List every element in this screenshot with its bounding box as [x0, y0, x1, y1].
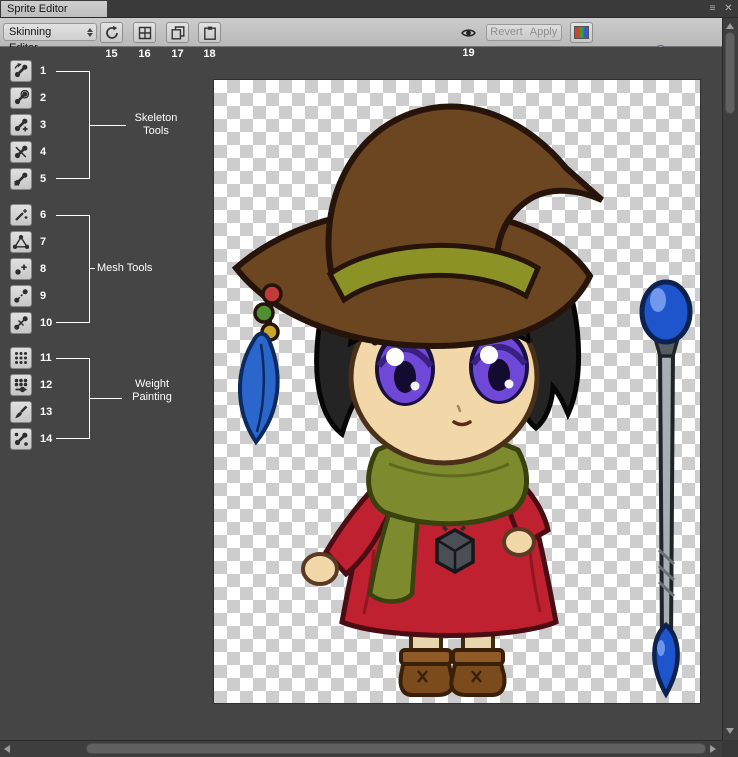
close-icon[interactable]: ✕	[722, 2, 735, 15]
window-menu-icon[interactable]: ≡	[706, 2, 719, 15]
scroll-left-arrow[interactable]	[4, 745, 10, 753]
rgb-toggle-icon	[574, 26, 589, 39]
scroll-up-arrow[interactable]	[726, 23, 734, 29]
window-title-tab[interactable]: Sprite Editor	[1, 1, 107, 17]
skeleton-tools-bracket	[56, 71, 90, 179]
vertical-scroll-thumb[interactable]	[725, 32, 735, 114]
annotation-17: 17	[166, 48, 189, 60]
sprite-canvas[interactable]	[214, 80, 700, 703]
tool-number: 8	[40, 263, 46, 275]
paste-icon	[202, 25, 218, 41]
vertical-scrollbar[interactable]	[722, 18, 738, 740]
tool-number: 2	[40, 92, 46, 104]
character-sprite	[214, 80, 700, 703]
tool-auto-geometry-button[interactable]	[10, 204, 32, 226]
weight-painting-connector	[90, 398, 122, 399]
staff	[642, 282, 690, 694]
tool-number: 13	[40, 406, 52, 418]
tool-split-bone-button[interactable]	[10, 141, 32, 163]
tool-number: 9	[40, 290, 46, 302]
tool-weight-slider-button[interactable]	[10, 374, 32, 396]
annotation-19: 19	[457, 47, 480, 59]
weight-painting-label: Weight Painting	[122, 378, 182, 404]
apply-button[interactable]: Apply	[526, 24, 562, 41]
auto-geometry-icon	[13, 207, 29, 223]
rgb-toggle-button[interactable]	[570, 22, 593, 43]
tool-preview-pose-button[interactable]	[10, 60, 32, 82]
annotation-15: 15	[100, 48, 123, 60]
tool-number: 4	[40, 146, 46, 158]
sprite-sheet-button[interactable]	[133, 22, 156, 43]
tool-number: 14	[40, 433, 52, 445]
hat	[236, 107, 602, 346]
tool-number: 1	[40, 65, 46, 77]
mesh-tools-label: Mesh Tools	[97, 262, 167, 275]
reset-pose-icon	[104, 25, 120, 41]
mesh-tools-bracket	[56, 215, 90, 323]
annotation-16: 16	[133, 48, 156, 60]
bone-influence-icon	[13, 431, 29, 447]
canvas-area: 15 16 17 18 19 1 2 3 4	[0, 47, 722, 740]
tool-reparent-bone-button[interactable]	[10, 168, 32, 190]
tool-number: 5	[40, 173, 46, 185]
tool-create-bone-button[interactable]	[10, 114, 32, 136]
dropdown-arrows-icon	[87, 28, 93, 37]
annotation-18: 18	[198, 48, 221, 60]
paste-button[interactable]	[198, 22, 221, 43]
boots	[400, 650, 504, 695]
tool-create-vertex-button[interactable]	[10, 258, 32, 280]
weight-slider-icon	[13, 377, 29, 393]
horizontal-scroll-thumb[interactable]	[86, 743, 706, 754]
create-vertex-icon	[13, 261, 29, 277]
window-title: Sprite Editor	[7, 3, 68, 15]
tool-edit-joints-button[interactable]	[10, 87, 32, 109]
tool-create-edge-button[interactable]	[10, 285, 32, 307]
scroll-right-arrow[interactable]	[710, 745, 716, 753]
tool-bone-influence-button[interactable]	[10, 428, 32, 450]
tool-edit-geometry-button[interactable]	[10, 231, 32, 253]
tool-split-edge-button[interactable]	[10, 312, 32, 334]
create-bone-icon	[13, 117, 29, 133]
hat-ornament	[240, 285, 281, 442]
skeleton-tools-connector	[90, 125, 126, 126]
visibility-button[interactable]	[456, 22, 480, 43]
tool-weight-brush-button[interactable]	[10, 401, 32, 423]
titlebar: Sprite Editor ≡ ✕	[0, 0, 738, 18]
toolbar: Skinning Editor Revert Apply	[0, 18, 722, 47]
tool-number: 7	[40, 236, 46, 248]
tool-auto-weights-button[interactable]	[10, 347, 32, 369]
scrollbar-corner	[722, 740, 738, 757]
scroll-down-arrow[interactable]	[726, 728, 734, 734]
copy-button[interactable]	[166, 22, 189, 43]
revert-button[interactable]: Revert	[486, 24, 527, 41]
reparent-bone-icon	[13, 171, 29, 187]
tool-number: 11	[40, 352, 52, 364]
reset-pose-button[interactable]	[100, 22, 123, 43]
split-bone-icon	[13, 144, 29, 160]
skinning-editor-dropdown[interactable]: Skinning Editor	[3, 23, 97, 41]
weight-brush-icon	[13, 404, 29, 420]
weight-painting-bracket	[56, 358, 90, 439]
copy-icon	[170, 25, 186, 41]
mesh-tools-connector	[90, 268, 95, 269]
tool-number: 10	[40, 317, 52, 329]
tool-number: 12	[40, 379, 52, 391]
sprite-sheet-icon	[137, 25, 153, 41]
auto-weights-icon	[13, 350, 29, 366]
visibility-eye-icon	[460, 25, 477, 41]
tool-number: 6	[40, 209, 46, 221]
split-edge-icon	[13, 315, 29, 331]
edit-joints-icon	[13, 90, 29, 106]
edit-geometry-icon	[13, 234, 29, 250]
preview-pose-icon	[13, 63, 29, 79]
create-edge-icon	[13, 288, 29, 304]
tool-number: 3	[40, 119, 46, 131]
skeleton-tools-label: Skeleton Tools	[126, 112, 186, 138]
